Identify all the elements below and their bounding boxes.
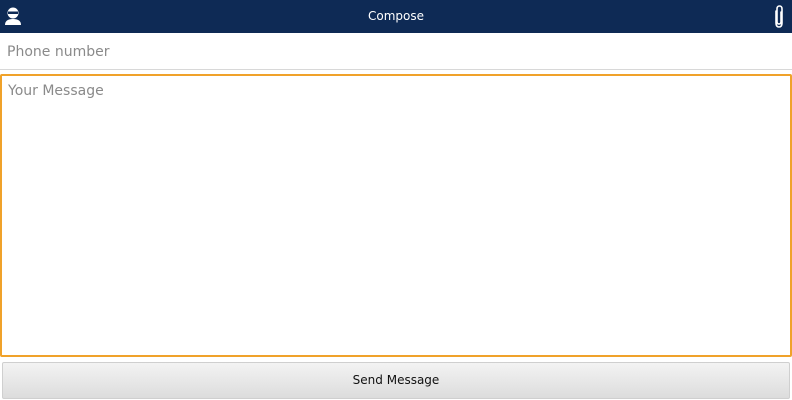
screen-title: Compose [367,9,424,23]
paperclip-icon[interactable] [770,4,788,30]
send-message-button[interactable]: Send Message [2,362,790,399]
compose-screen: Compose Send Message [0,0,792,400]
message-input[interactable] [0,74,792,357]
phone-number-input[interactable] [0,34,792,70]
action-bar: Compose [0,0,792,33]
